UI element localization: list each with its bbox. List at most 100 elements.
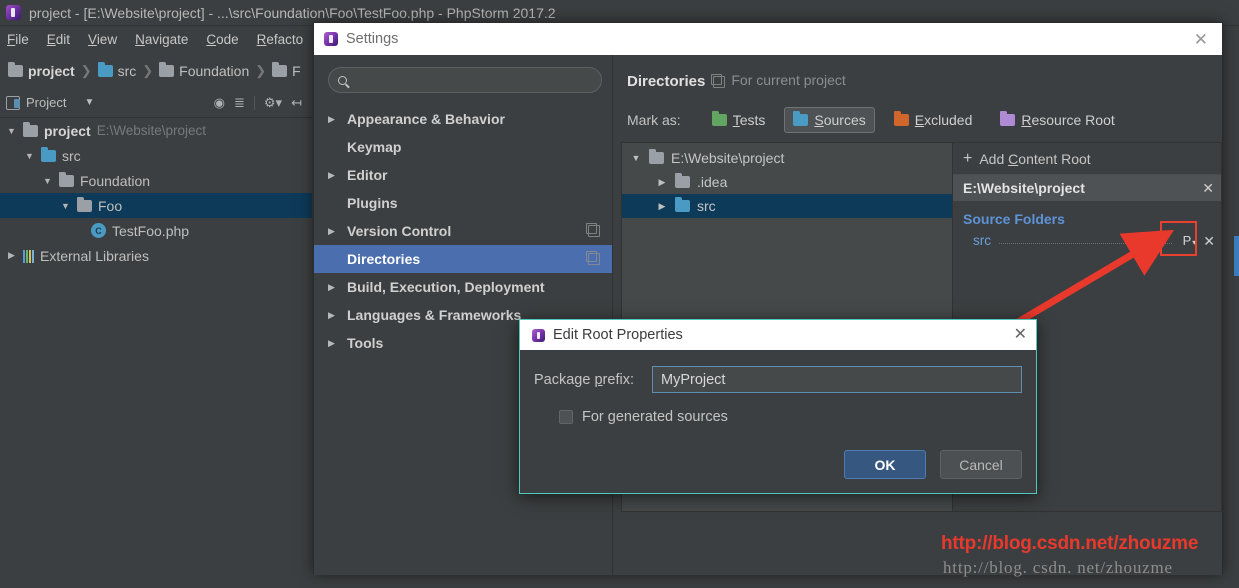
category-label: Plugins (347, 195, 398, 211)
chevron-right-icon[interactable]: ▶ (328, 338, 338, 349)
tree-row-project[interactable]: ▼ project E:\Website\project (0, 118, 312, 143)
menu-file[interactable]: File (7, 32, 29, 47)
twisty-icon[interactable]: ▼ (24, 151, 35, 161)
menu-navigate[interactable]: Navigate (135, 32, 188, 47)
twisty-icon[interactable]: ▼ (60, 201, 71, 211)
settings-gear-icon[interactable]: ⚙▾ (264, 96, 282, 109)
project-panel-actions: ◉ ≣ ⚙▾ ↤ (214, 96, 306, 110)
twisty-icon[interactable]: ▶ (656, 201, 668, 212)
edit-root-dialog-title: Edit Root Properties (553, 327, 683, 343)
add-content-root-button[interactable]: + Add Content Root (953, 143, 1221, 175)
tree-row-testfoo[interactable]: C TestFoo.php (0, 218, 312, 243)
folder-icon (712, 114, 727, 126)
folder-icon (649, 152, 664, 164)
settings-category-appearance-behavior[interactable]: ▶ Appearance & Behavior (314, 105, 612, 133)
chevron-right-icon[interactable]: ▶ (328, 170, 338, 181)
copy-icon (713, 76, 725, 88)
project-panel-icon (6, 96, 20, 110)
edit-root-properties-dialog: Edit Root Properties ✕ Package prefix: F… (519, 319, 1037, 494)
folder-icon (77, 200, 92, 212)
package-prefix-button[interactable]: P▾ (1180, 232, 1200, 249)
tree-label: TestFoo.php (112, 223, 189, 239)
menu-file-rest: ile (15, 32, 29, 47)
add-content-root-label-pre: Add (979, 151, 1008, 167)
dir-row-idea[interactable]: ▶ .idea (622, 170, 952, 194)
mark-as-sources-label: ources (824, 112, 866, 128)
twisty-icon[interactable]: ▼ (42, 176, 53, 186)
tree-row-external-libraries[interactable]: ▶ External Libraries (0, 243, 312, 268)
mnemonic: R (1021, 112, 1031, 128)
menu-edit[interactable]: Edit (47, 32, 70, 47)
folder-icon (159, 65, 174, 77)
dir-label: src (697, 198, 716, 214)
menu-refactor[interactable]: Refacto (257, 32, 304, 47)
project-scope-icon (588, 225, 600, 237)
settings-search-wrap (314, 67, 612, 105)
watermark-red: http://blog.csdn.net/zhouzme (941, 533, 1198, 555)
for-generated-sources-checkbox[interactable] (559, 410, 573, 424)
settings-close-button[interactable]: ✕ (1188, 31, 1214, 48)
dir-row-src[interactable]: ▶ src (622, 194, 952, 218)
category-label: Directories (347, 251, 420, 267)
mark-as-label: Mark as: (627, 112, 681, 128)
settings-title-bar: Settings ✕ (314, 23, 1222, 55)
tree-row-src[interactable]: ▼ src (0, 143, 312, 168)
mark-as-excluded-button[interactable]: Excluded (885, 107, 982, 133)
chevron-right-icon[interactable]: ▶ (328, 226, 338, 237)
chevron-right-icon[interactable]: ▶ (328, 310, 338, 321)
edit-root-buttons: OK Cancel (844, 450, 1022, 479)
dir-row-project-root[interactable]: ▼ E:\Website\project (622, 146, 952, 170)
mark-as-resource-root-button[interactable]: Resource Root (991, 107, 1123, 133)
phpstorm-logo-icon (6, 5, 21, 20)
category-label: Keymap (347, 139, 401, 155)
folder-icon (1000, 114, 1015, 126)
remove-content-root-icon[interactable]: ✕ (1202, 181, 1214, 195)
breadcrumb-label: F (292, 63, 301, 79)
settings-search-input[interactable] (354, 73, 569, 88)
tree-row-foundation[interactable]: ▼ Foundation (0, 168, 312, 193)
mark-as-sources-button[interactable]: Sources (784, 107, 874, 133)
mnemonic: C (1008, 151, 1018, 167)
settings-category-editor[interactable]: ▶ Editor (314, 161, 612, 189)
breadcrumb-label: src (118, 63, 137, 79)
twisty-icon[interactable]: ▶ (6, 250, 17, 261)
twisty-icon[interactable]: ▼ (630, 153, 642, 163)
chevron-right-icon[interactable]: ▶ (328, 114, 338, 125)
mark-as-excluded-label: xcluded (924, 112, 972, 128)
breadcrumb-item-foo[interactable]: F (272, 63, 301, 79)
tree-label: Foundation (80, 173, 150, 189)
mark-as-tests-button[interactable]: Tests (703, 107, 775, 133)
breadcrumb-item-foundation[interactable]: Foundation (159, 63, 249, 79)
divider (254, 96, 255, 110)
folder-icon (98, 65, 113, 77)
hide-panel-icon[interactable]: ↤ (291, 96, 302, 109)
label-pre: Package (534, 372, 594, 388)
menu-view[interactable]: View (88, 32, 117, 47)
remove-source-folder-icon[interactable]: ✕ (1203, 234, 1215, 248)
breadcrumb-separator: ❯ (255, 63, 266, 79)
settings-category-version-control[interactable]: ▶ Version Control (314, 217, 612, 245)
collapse-all-icon[interactable]: ≣ (234, 96, 245, 109)
for-generated-sources-row[interactable]: For generated sources (534, 409, 1022, 425)
edit-root-close-button[interactable]: ✕ (1014, 327, 1027, 343)
right-edge-strip (1229, 88, 1239, 588)
cancel-button[interactable]: Cancel (940, 450, 1022, 479)
settings-category-directories[interactable]: Directories (314, 245, 612, 273)
chevron-down-icon[interactable]: ▼ (84, 97, 94, 108)
chevron-right-icon[interactable]: ▶ (328, 282, 338, 293)
menu-code[interactable]: Code (206, 32, 238, 47)
twisty-icon[interactable]: ▼ (6, 126, 17, 136)
package-prefix-input[interactable] (652, 366, 1022, 393)
source-folder-name[interactable]: src (973, 233, 991, 248)
breadcrumb-item-src[interactable]: src (98, 63, 137, 79)
breadcrumb-item-project[interactable]: project (8, 63, 75, 79)
locate-icon[interactable]: ◉ (214, 96, 225, 109)
settings-category-keymap[interactable]: Keymap (314, 133, 612, 161)
settings-search-box[interactable] (328, 67, 602, 93)
tree-label: Foo (98, 198, 122, 214)
settings-category-plugins[interactable]: Plugins (314, 189, 612, 217)
twisty-icon[interactable]: ▶ (656, 177, 668, 188)
ok-button[interactable]: OK (844, 450, 926, 479)
settings-category-build-execution-deployment[interactable]: ▶ Build, Execution, Deployment (314, 273, 612, 301)
tree-row-foo[interactable]: ▼ Foo (0, 193, 312, 218)
